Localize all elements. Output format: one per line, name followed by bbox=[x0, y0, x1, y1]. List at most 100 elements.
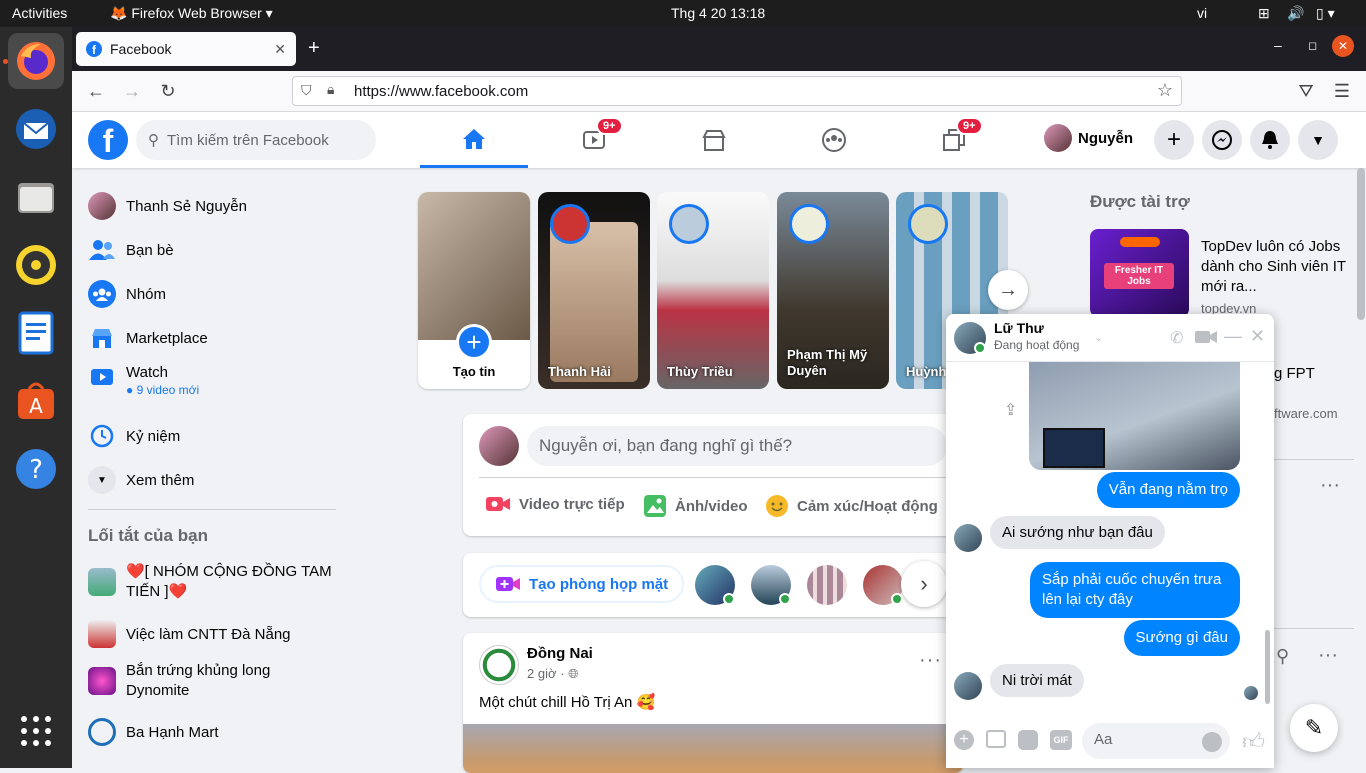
activities-button[interactable]: Activities bbox=[12, 5, 67, 21]
ad-image-title: Fresher IT Jobs bbox=[1104, 263, 1174, 289]
network-icon[interactable]: ⊞ bbox=[1258, 5, 1270, 22]
shortcut-item[interactable]: ❤️[ NHÓM CỘNG ĐỒNG TAM TIẾN ]❤️ bbox=[88, 562, 338, 602]
share-icon[interactable]: ⇪ bbox=[1004, 400, 1017, 420]
like-icon[interactable]: 👍︎ bbox=[1242, 728, 1265, 755]
story-create-label: Tạo tin bbox=[452, 364, 496, 379]
story-card[interactable]: Thanh Hải bbox=[538, 192, 650, 389]
sidebar-item-profile[interactable]: Thanh Sẻ Nguyễn bbox=[88, 192, 247, 220]
story-create[interactable]: + Tạo tin bbox=[418, 192, 530, 389]
shortcut-item[interactable]: Việc làm CNTT Đà Nẵng bbox=[88, 620, 291, 648]
sidebar-item-friends[interactable]: Bạn bè bbox=[88, 236, 174, 264]
ad-item[interactable]: Fresher IT Jobs TopDev luôn có Jobs dành… bbox=[1090, 229, 1360, 319]
search-input[interactable]: ⚲ Tìm kiếm trên Facebook bbox=[136, 120, 376, 160]
writer-dock-icon[interactable] bbox=[8, 305, 64, 361]
show-apps-icon[interactable] bbox=[8, 703, 64, 759]
emoji-icon[interactable] bbox=[1202, 732, 1222, 752]
stories-next-button[interactable]: → bbox=[988, 270, 1028, 310]
post-time-label: 2 giờ · bbox=[527, 666, 565, 681]
page-avatar[interactable] bbox=[479, 645, 519, 685]
sidebar-item-memories[interactable]: Kỷ niệm bbox=[88, 422, 180, 450]
facebook-logo[interactable]: f bbox=[88, 120, 128, 160]
forward-button[interactable]: → bbox=[120, 79, 144, 103]
close-tab-icon[interactable]: ✕ bbox=[274, 41, 286, 58]
volume-icon[interactable]: 🔊 bbox=[1287, 5, 1304, 22]
chevron-down-icon[interactable]: ⌄ bbox=[1094, 331, 1103, 344]
chat-scrollbar[interactable] bbox=[1265, 630, 1270, 704]
add-circle-icon[interactable]: + bbox=[954, 730, 974, 750]
system-top-bar: Activities 🦊 Firefox Web Browser ▾ Thg 4… bbox=[0, 0, 1366, 27]
chat-image[interactable] bbox=[1029, 362, 1240, 470]
tab-marketplace[interactable] bbox=[660, 112, 768, 168]
rooms-next-button[interactable]: › bbox=[901, 561, 947, 607]
ad-text-2[interactable]: g FPT bbox=[1274, 365, 1315, 382]
contact-avatar[interactable] bbox=[807, 565, 847, 605]
rhythmbox-dock-icon[interactable] bbox=[8, 237, 64, 293]
battery-icon[interactable]: ▯ ▾ bbox=[1316, 5, 1335, 22]
chat-header[interactable]: Lữ Thư Đang hoạt động ⌄ ✆ — ✕ bbox=[946, 314, 1274, 362]
notifications-button[interactable] bbox=[1250, 120, 1290, 160]
photo-video-button[interactable]: Ảnh/video bbox=[643, 494, 748, 518]
files-dock-icon[interactable] bbox=[8, 169, 64, 225]
online-dot bbox=[891, 593, 903, 605]
contacts-options-button[interactable]: ··· bbox=[1318, 644, 1338, 667]
firefox-dock-icon[interactable] bbox=[8, 33, 64, 89]
pocket-icon[interactable]: ⛛ bbox=[1294, 79, 1318, 103]
back-button[interactable]: ← bbox=[84, 79, 108, 103]
reload-button[interactable]: ↻ bbox=[156, 79, 180, 103]
minimize-window-button[interactable]: – bbox=[1274, 37, 1282, 53]
sticker-icon[interactable] bbox=[1018, 730, 1038, 750]
sidebar-item-see-more[interactable]: ▼ Xem thêm bbox=[88, 466, 194, 494]
more-options-button[interactable]: ··· bbox=[1320, 474, 1340, 497]
composer-input[interactable]: Nguyễn ơi, bạn đang nghĩ gì thế? bbox=[527, 426, 947, 466]
sidebar-item-groups[interactable]: Nhóm bbox=[88, 280, 166, 308]
shield-icon[interactable]: ⛉ bbox=[301, 82, 312, 99]
close-window-button[interactable]: ✕ bbox=[1332, 35, 1354, 57]
minimize-chat-icon[interactable]: — bbox=[1224, 326, 1242, 347]
account-menu-button[interactable]: ▼ bbox=[1298, 120, 1338, 160]
post-options-button[interactable]: ··· bbox=[919, 649, 942, 672]
post-author[interactable]: Đồng Nai bbox=[527, 645, 593, 662]
scrollbar[interactable] bbox=[1357, 168, 1365, 320]
browser-tab-facebook[interactable]: f Facebook ✕ bbox=[76, 32, 296, 66]
right-divider bbox=[1274, 459, 1354, 460]
video-call-icon[interactable] bbox=[1194, 329, 1218, 345]
tab-groups[interactable] bbox=[780, 112, 888, 168]
language-indicator[interactable]: vi bbox=[1197, 5, 1207, 21]
new-message-button[interactable]: ✎ bbox=[1290, 704, 1338, 752]
clock[interactable]: Thg 4 20 13:18 bbox=[671, 5, 765, 21]
shortcut-item[interactable]: Ba Hạnh Mart bbox=[88, 718, 219, 746]
tab-gaming[interactable]: 9+ bbox=[900, 112, 1008, 168]
post-image[interactable] bbox=[463, 724, 963, 773]
url-bar[interactable]: ⛉ 🔒︎ https://www.facebook.com ☆ bbox=[292, 76, 1182, 106]
sidebar-item-marketplace[interactable]: Marketplace bbox=[88, 324, 208, 352]
maximize-window-button[interactable]: ◻ bbox=[1308, 39, 1317, 52]
app-center-dock-icon[interactable]: A bbox=[8, 373, 64, 429]
bookmark-star-icon[interactable]: ☆ bbox=[1157, 80, 1173, 101]
feeling-activity-button[interactable]: Cảm xúc/Hoạt động bbox=[765, 494, 938, 518]
app-menu-label: Firefox Web Browser bbox=[131, 5, 262, 21]
app-menu[interactable]: 🦊 Firefox Web Browser ▾ bbox=[110, 5, 273, 22]
tab-home[interactable] bbox=[420, 112, 528, 168]
messenger-button[interactable] bbox=[1202, 120, 1242, 160]
phone-icon[interactable]: ✆ bbox=[1170, 328, 1183, 348]
new-tab-button[interactable]: + bbox=[308, 37, 320, 60]
profile-button[interactable]: Nguyễn bbox=[1044, 124, 1133, 152]
story-card[interactable]: Thùy Triều bbox=[657, 192, 769, 389]
profile-photo bbox=[418, 192, 530, 340]
create-button[interactable]: + bbox=[1154, 120, 1194, 160]
thunderbird-dock-icon[interactable] bbox=[8, 101, 64, 157]
menu-icon[interactable]: ☰ bbox=[1330, 79, 1354, 103]
help-dock-icon[interactable]: ? bbox=[8, 441, 64, 497]
create-room-button[interactable]: Tạo phòng họp mặt bbox=[479, 565, 685, 603]
post-time[interactable]: 2 giờ · 🌐︎ bbox=[527, 666, 578, 682]
tab-watch[interactable]: 9+ bbox=[540, 112, 648, 168]
story-card[interactable]: Phạm Thị Mỹ Duyên bbox=[777, 192, 889, 389]
gif-icon[interactable]: GIF bbox=[1050, 730, 1072, 750]
shortcut-item[interactable]: Bắn trứng khủng long Dynomite bbox=[88, 661, 308, 701]
sidebar-item-watch[interactable]: Watch ● 9 video mới bbox=[88, 364, 199, 397]
live-video-button[interactable]: Video trực tiếp bbox=[485, 494, 625, 514]
close-chat-icon[interactable]: ✕ bbox=[1250, 326, 1265, 347]
image-icon[interactable] bbox=[986, 730, 1006, 748]
lock-icon[interactable]: 🔒︎ bbox=[327, 81, 334, 98]
contacts-search-icon[interactable]: ⚲ bbox=[1276, 646, 1289, 667]
